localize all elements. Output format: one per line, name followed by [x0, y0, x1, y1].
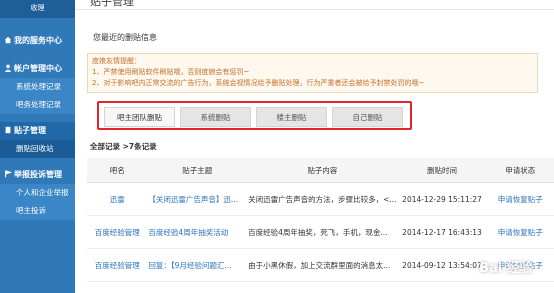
- column-header: 申请状态: [486, 158, 554, 183]
- sidebar-section-label: 举报投诉管理: [14, 170, 62, 179]
- table-row: 迅雷 【关闭迅雷广告声音】迅... 关闭迅雷广告声音的方法，步骤比较多，<...…: [87, 182, 554, 216]
- tab-bar: 吧主团队删贴 系统删贴 楼主删贴 自己删贴: [97, 101, 412, 130]
- page-header: 贴子管理: [75, 0, 554, 10]
- post-content: 百度经验4周年抽奖，死飞，手机，现金...: [247, 215, 398, 249]
- sidebar-section-report-management[interactable]: 举报投诉管理: [0, 166, 75, 184]
- delete-time: 2014-12-29 15:11:27: [397, 182, 487, 216]
- table-header-row: 吧名 贴子主题 贴子内容 删贴时间 申请状态: [87, 158, 554, 183]
- bar-name-link[interactable]: 迅雷: [87, 182, 148, 216]
- summary-prefix: 全部记录 >: [90, 142, 129, 151]
- notice-line: 度娘友情提醒：: [92, 57, 141, 65]
- sidebar-section-label: 帐户管理中心: [14, 64, 62, 73]
- restore-request-link[interactable]: 申请恢复贴子: [486, 215, 554, 249]
- summary-count: 7条记录: [128, 142, 157, 151]
- tab-owner-team-delete[interactable]: 吧主团队删贴: [104, 107, 175, 127]
- sidebar-item-personal-report[interactable]: 个人和企业举报: [0, 184, 75, 202]
- sidebar-section-label: 贴子管理: [14, 126, 46, 135]
- main-panel: 贴子管理 您最近的删贴信息 度娘友情提醒： 1、严禁使用刷贴软件刷贴哦，否则度娘…: [75, 0, 554, 293]
- notice-box: 度娘友情提醒： 1、严禁使用刷贴软件刷贴哦，否则度娘会有惩罚~ 2、对于影响吧内…: [87, 53, 538, 93]
- topic-link[interactable]: 【关闭迅雷广告声音】迅...: [147, 182, 248, 216]
- column-header: 贴子内容: [247, 158, 398, 183]
- sidebar-item-owner-complaint[interactable]: 吧主投诉: [0, 202, 75, 220]
- sidebar-section-label: 我的服务中心: [14, 36, 62, 45]
- column-header: 吧名: [87, 158, 148, 183]
- bar-name-link[interactable]: 百度经验管理: [87, 215, 148, 249]
- sidebar: 收理 我的服务中心 帐户管理中心 系统处理记录 吧务处理记录 贴子管理 删贴回收…: [0, 0, 75, 293]
- notice-line: 2、对于影响吧内正常交流的广告行为，系统会视情况给予删贴处理，行为严重者还会被给…: [92, 79, 425, 87]
- post-content: 关闭迅雷广告声音的方法，步骤比较多，<...: [247, 182, 398, 216]
- page-title: 贴子管理: [90, 0, 134, 8]
- topic-link[interactable]: 百度经验4周年抽奖活动: [147, 215, 248, 249]
- sidebar-section-account-center[interactable]: 帐户管理中心: [0, 60, 75, 78]
- watermark-logo: Bai 经验: [479, 261, 533, 276]
- house-icon: [4, 36, 12, 44]
- table-row: 百度经验管理 百度经验4周年抽奖活动 百度经验4周年抽奖，死飞，手机，现金...…: [87, 215, 554, 249]
- column-header: 删贴时间: [397, 158, 487, 183]
- sidebar-item-bar-records[interactable]: 吧务处理记录: [0, 96, 75, 114]
- sidebar-section-post-management[interactable]: 贴子管理: [0, 122, 75, 140]
- records-summary: 全部记录 >7条记录: [90, 141, 157, 152]
- column-header: 贴子主题: [147, 158, 248, 183]
- delete-time: 2014-12-17 16:43:13: [397, 215, 487, 249]
- post-content: 由于小黑休假，加上交流群里面的消息太...: [247, 248, 398, 282]
- topic-link[interactable]: 回复：【9月经验问题汇...: [147, 248, 248, 282]
- sidebar-top-label: 收理: [0, 0, 75, 18]
- flag-icon: [5, 170, 12, 178]
- restore-request-link[interactable]: 申请恢复贴子: [486, 182, 554, 216]
- document-icon: [5, 126, 11, 134]
- sidebar-item-system-records[interactable]: 系统处理记录: [0, 78, 75, 96]
- notice-line: 1、严禁使用刷贴软件刷贴哦，否则度娘会有惩罚~: [92, 68, 250, 76]
- tab-system-delete[interactable]: 系统删贴: [180, 107, 251, 127]
- bar-name-link[interactable]: 百度经验管理: [87, 248, 148, 282]
- tab-self-delete[interactable]: 自己删贴: [332, 107, 403, 127]
- sidebar-section-service-center[interactable]: 我的服务中心: [0, 32, 75, 50]
- person-icon: [4, 64, 12, 72]
- sidebar-item-recycle-bin[interactable]: 删贴回收站: [0, 140, 75, 158]
- tab-thread-owner-delete[interactable]: 楼主删贴: [256, 107, 327, 127]
- section-title: 您最近的删贴信息: [93, 33, 157, 42]
